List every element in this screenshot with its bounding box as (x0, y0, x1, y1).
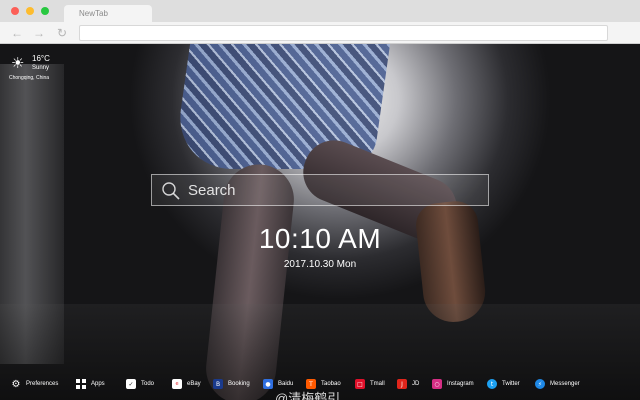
messenger-link[interactable]: ⚡ Messenger (535, 376, 580, 392)
apps-link[interactable]: Apps (76, 376, 105, 392)
reload-icon[interactable]: ↻ (57, 25, 67, 41)
search-box[interactable] (151, 174, 489, 206)
arrow-left-icon[interactable]: ← (11, 25, 23, 41)
jd-label: JD (412, 381, 420, 387)
instagram-label: Instagram (447, 381, 474, 387)
jd-icon: J (397, 379, 407, 389)
close-window-button[interactable] (11, 7, 19, 15)
messenger-label: Messenger (550, 381, 580, 387)
baidu-icon: ● (263, 379, 273, 389)
background-photo (0, 44, 640, 400)
instagram-link[interactable]: ○ Instagram (432, 376, 474, 392)
ebay-link[interactable]: e eBay (172, 376, 201, 392)
search-icon[interactable] (161, 181, 181, 201)
search-input[interactable] (188, 179, 478, 201)
ebay-icon: e (172, 379, 182, 389)
browser-toolbar: ← → ↻ (0, 22, 640, 44)
maximize-window-button[interactable] (41, 7, 49, 15)
clock-time: 10:10 AM (258, 223, 382, 254)
weather-condition: Sunny (32, 65, 50, 71)
arrow-right-icon[interactable]: → (33, 25, 45, 41)
weibo-watermark: @清梅鹤引 (275, 391, 341, 400)
baidu-label: Baidu (278, 381, 294, 387)
tmall-icon: □ (355, 379, 365, 389)
todo-link[interactable]: ✓ Todo (126, 376, 154, 392)
tmall-link[interactable]: □ Tmall (355, 376, 385, 392)
ebay-label: eBay (187, 381, 201, 387)
clock-date: 2017.10.30 Mon (283, 259, 357, 270)
tmall-label: Tmall (370, 381, 385, 387)
taobao-label: Taobao (321, 381, 341, 387)
sun-icon: ☀ (11, 55, 25, 72)
jd-link[interactable]: J JD (397, 376, 419, 392)
instagram-icon: ○ (432, 379, 442, 389)
apps-label: Apps (91, 381, 105, 387)
title-bar: NewTab (0, 0, 640, 22)
booking-label: Booking (228, 381, 250, 387)
checkbox-icon: ✓ (126, 379, 136, 389)
tab-newtab[interactable]: NewTab (64, 5, 152, 22)
address-bar[interactable] (79, 25, 608, 41)
minimize-window-button[interactable] (26, 7, 34, 15)
twitter-icon: t (487, 379, 497, 389)
grid-icon (76, 379, 86, 389)
preferences-label: Preferences (26, 381, 59, 387)
messenger-icon: ⚡ (535, 379, 545, 389)
gear-icon: ⚙ (11, 378, 21, 390)
weather-widget[interactable]: ☀ 16°C Sunny Chongqing, China (9, 54, 69, 84)
booking-icon: B (213, 379, 223, 389)
weather-temperature: 16°C (32, 54, 50, 63)
weather-location: Chongqing, China (9, 75, 50, 81)
twitter-label: Twitter (502, 381, 520, 387)
preferences-link[interactable]: ⚙ Preferences (11, 376, 59, 392)
todo-label: Todo (141, 381, 155, 387)
tab-title: NewTab (79, 9, 108, 18)
booking-link[interactable]: B Booking (213, 376, 250, 392)
twitter-link[interactable]: t Twitter (487, 376, 520, 392)
